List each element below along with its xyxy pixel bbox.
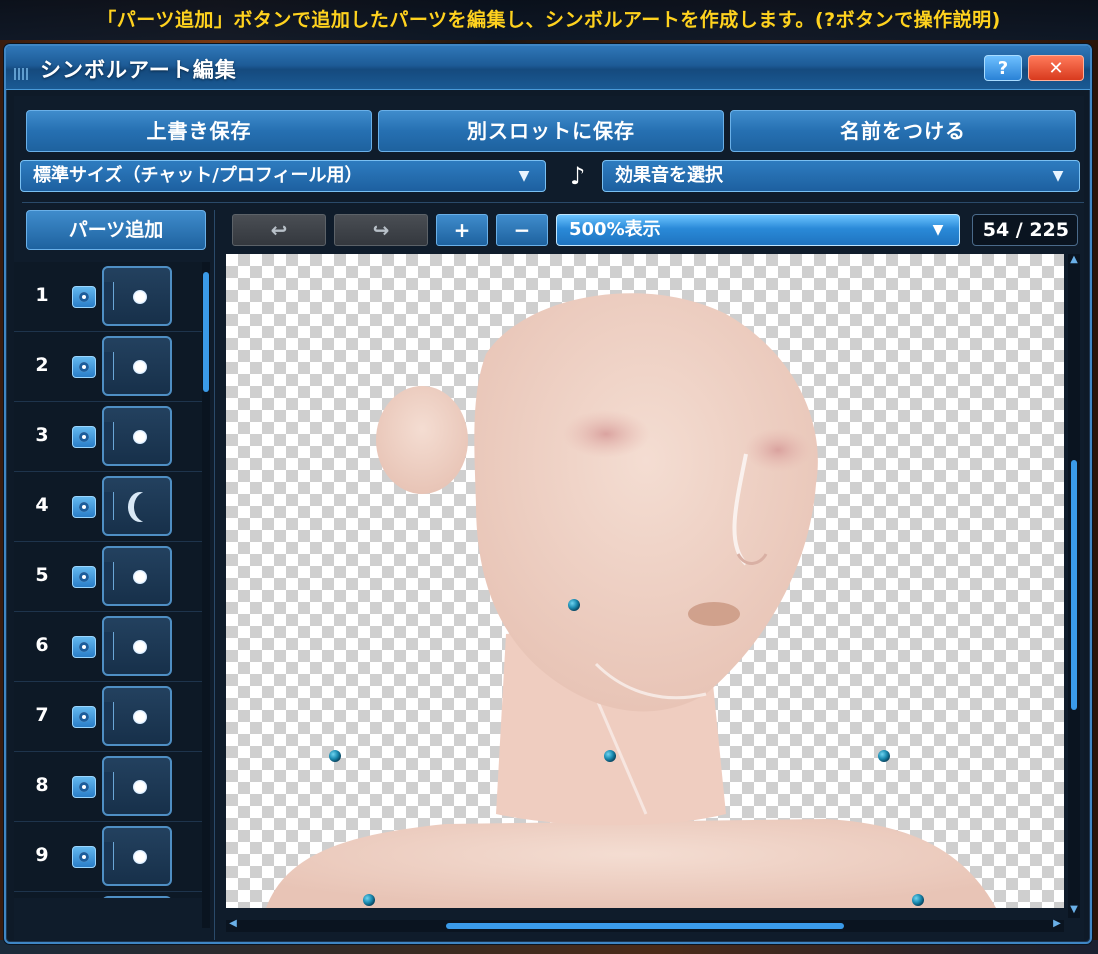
- part-thumbnail[interactable]: [102, 756, 172, 816]
- control-handle[interactable]: [604, 750, 616, 762]
- canvas-vertical-scrollbar[interactable]: ▲ ▼: [1068, 254, 1080, 918]
- list-item[interactable]: 9: [14, 822, 202, 892]
- canvas-horizontal-scrollbar[interactable]: ◀ ▶: [226, 918, 1064, 932]
- sound-select-value: 効果音を選択: [615, 165, 723, 186]
- overwrite-save-button[interactable]: 上書き保存: [26, 110, 372, 152]
- part-number: 4: [35, 494, 49, 516]
- part-number: 6: [35, 634, 49, 656]
- part-thumbnail[interactable]: [102, 476, 172, 536]
- list-item[interactable]: 2: [14, 332, 202, 402]
- close-button[interactable]: ✕: [1028, 55, 1084, 81]
- zoom-select-value: 500%表示: [569, 219, 661, 240]
- eye-icon[interactable]: [72, 356, 96, 378]
- size-select[interactable]: 標準サイズ（チャット/プロフィール用） ▼: [20, 160, 546, 192]
- circle-shape-icon: [133, 570, 147, 584]
- part-number: 8: [35, 774, 49, 796]
- parts-scrollbar[interactable]: [202, 262, 210, 928]
- chevron-down-icon: ▼: [932, 222, 944, 238]
- list-item[interactable]: 3: [14, 402, 202, 472]
- size-select-value: 標準サイズ（チャット/プロフィール用）: [33, 165, 363, 186]
- window-titlebar[interactable]: シンボルアート編集 ? ✕: [6, 46, 1090, 90]
- scroll-down-icon[interactable]: ▼: [1068, 904, 1080, 918]
- list-item[interactable]: 5: [14, 542, 202, 612]
- music-note-icon: ♪: [570, 162, 586, 190]
- circle-shape-icon: [133, 290, 147, 304]
- column-divider: [214, 210, 215, 940]
- window-title: シンボルアート編集: [40, 58, 237, 82]
- control-handle[interactable]: [912, 894, 924, 906]
- symbol-art-editor-window: シンボルアート編集 ? ✕ 上書き保存 別スロットに保存 名前をつける 標準サイ…: [4, 44, 1092, 944]
- control-handle[interactable]: [568, 599, 580, 611]
- part-thumbnail[interactable]: [102, 336, 172, 396]
- circle-shape-icon: [133, 780, 147, 794]
- sound-select[interactable]: 効果音を選択 ▼: [602, 160, 1080, 192]
- hint-text: 「パーツ追加」ボタンで追加したパーツを編集し、シンボルアートを作成します。(?ボ…: [0, 0, 1098, 40]
- zoom-select[interactable]: 500%表示 ▼: [556, 214, 960, 246]
- eye-icon[interactable]: [72, 496, 96, 518]
- editor-content: 上書き保存 別スロットに保存 名前をつける 標準サイズ（チャット/プロフィール用…: [14, 96, 1084, 940]
- parts-list: 1 2 3 4 5 6 7 8 9: [14, 262, 202, 898]
- redo-icon: ↪: [372, 218, 390, 242]
- part-thumbnail[interactable]: [102, 406, 172, 466]
- part-thumbnail[interactable]: [102, 896, 172, 898]
- scroll-right-icon[interactable]: ▶: [1050, 918, 1064, 932]
- scroll-up-icon[interactable]: ▲: [1068, 254, 1080, 268]
- circle-shape-icon: [133, 360, 147, 374]
- help-button[interactable]: ?: [984, 55, 1022, 81]
- chevron-down-icon: ▼: [518, 168, 530, 184]
- list-item[interactable]: 7: [14, 682, 202, 752]
- control-handle[interactable]: [878, 750, 890, 762]
- part-number: 5: [35, 564, 49, 586]
- undo-button[interactable]: ↩: [232, 214, 326, 246]
- part-thumbnail[interactable]: [102, 266, 172, 326]
- list-item[interactable]: 10: [14, 892, 202, 898]
- part-thumbnail[interactable]: [102, 546, 172, 606]
- scroll-thumb[interactable]: [1071, 460, 1077, 710]
- scroll-left-icon[interactable]: ◀: [226, 918, 240, 932]
- crescent-shape-icon: [128, 492, 152, 522]
- name-button[interactable]: 名前をつける: [730, 110, 1076, 152]
- list-item[interactable]: 4: [14, 472, 202, 542]
- eye-icon[interactable]: [72, 776, 96, 798]
- redo-button[interactable]: ↪: [334, 214, 428, 246]
- control-handle[interactable]: [363, 894, 375, 906]
- part-number: 3: [35, 424, 49, 446]
- eye-icon[interactable]: [72, 636, 96, 658]
- scroll-thumb[interactable]: [446, 923, 844, 929]
- part-thumbnail[interactable]: [102, 686, 172, 746]
- eye-icon[interactable]: [72, 286, 96, 308]
- eye-icon[interactable]: [72, 426, 96, 448]
- part-number: 9: [35, 844, 49, 866]
- part-number: 7: [35, 704, 49, 726]
- circle-shape-icon: [133, 710, 147, 724]
- circle-shape-icon: [133, 430, 147, 444]
- zoom-in-button[interactable]: +: [436, 214, 488, 246]
- chevron-down-icon: ▼: [1052, 168, 1064, 184]
- add-part-button[interactable]: パーツ追加: [26, 210, 206, 250]
- list-item[interactable]: 6: [14, 612, 202, 682]
- symbol-art-preview: [266, 293, 996, 908]
- save-other-slot-button[interactable]: 別スロットに保存: [378, 110, 724, 152]
- part-number: 1: [35, 284, 49, 306]
- circle-shape-icon: [133, 640, 147, 654]
- layer-count: 54 / 225: [972, 214, 1078, 246]
- part-thumbnail[interactable]: [102, 826, 172, 886]
- list-item[interactable]: 1: [14, 262, 202, 332]
- part-number: 2: [35, 354, 49, 376]
- eye-icon[interactable]: [72, 846, 96, 868]
- art-canvas[interactable]: [226, 254, 1064, 908]
- part-thumbnail[interactable]: [102, 616, 172, 676]
- divider: [22, 202, 1084, 203]
- undo-icon: ↩: [270, 218, 288, 242]
- control-handle[interactable]: [329, 750, 341, 762]
- list-item[interactable]: 8: [14, 752, 202, 822]
- window-icon: [14, 68, 30, 80]
- zoom-out-button[interactable]: −: [496, 214, 548, 246]
- eye-icon[interactable]: [72, 566, 96, 588]
- eye-icon[interactable]: [72, 706, 96, 728]
- circle-shape-icon: [133, 850, 147, 864]
